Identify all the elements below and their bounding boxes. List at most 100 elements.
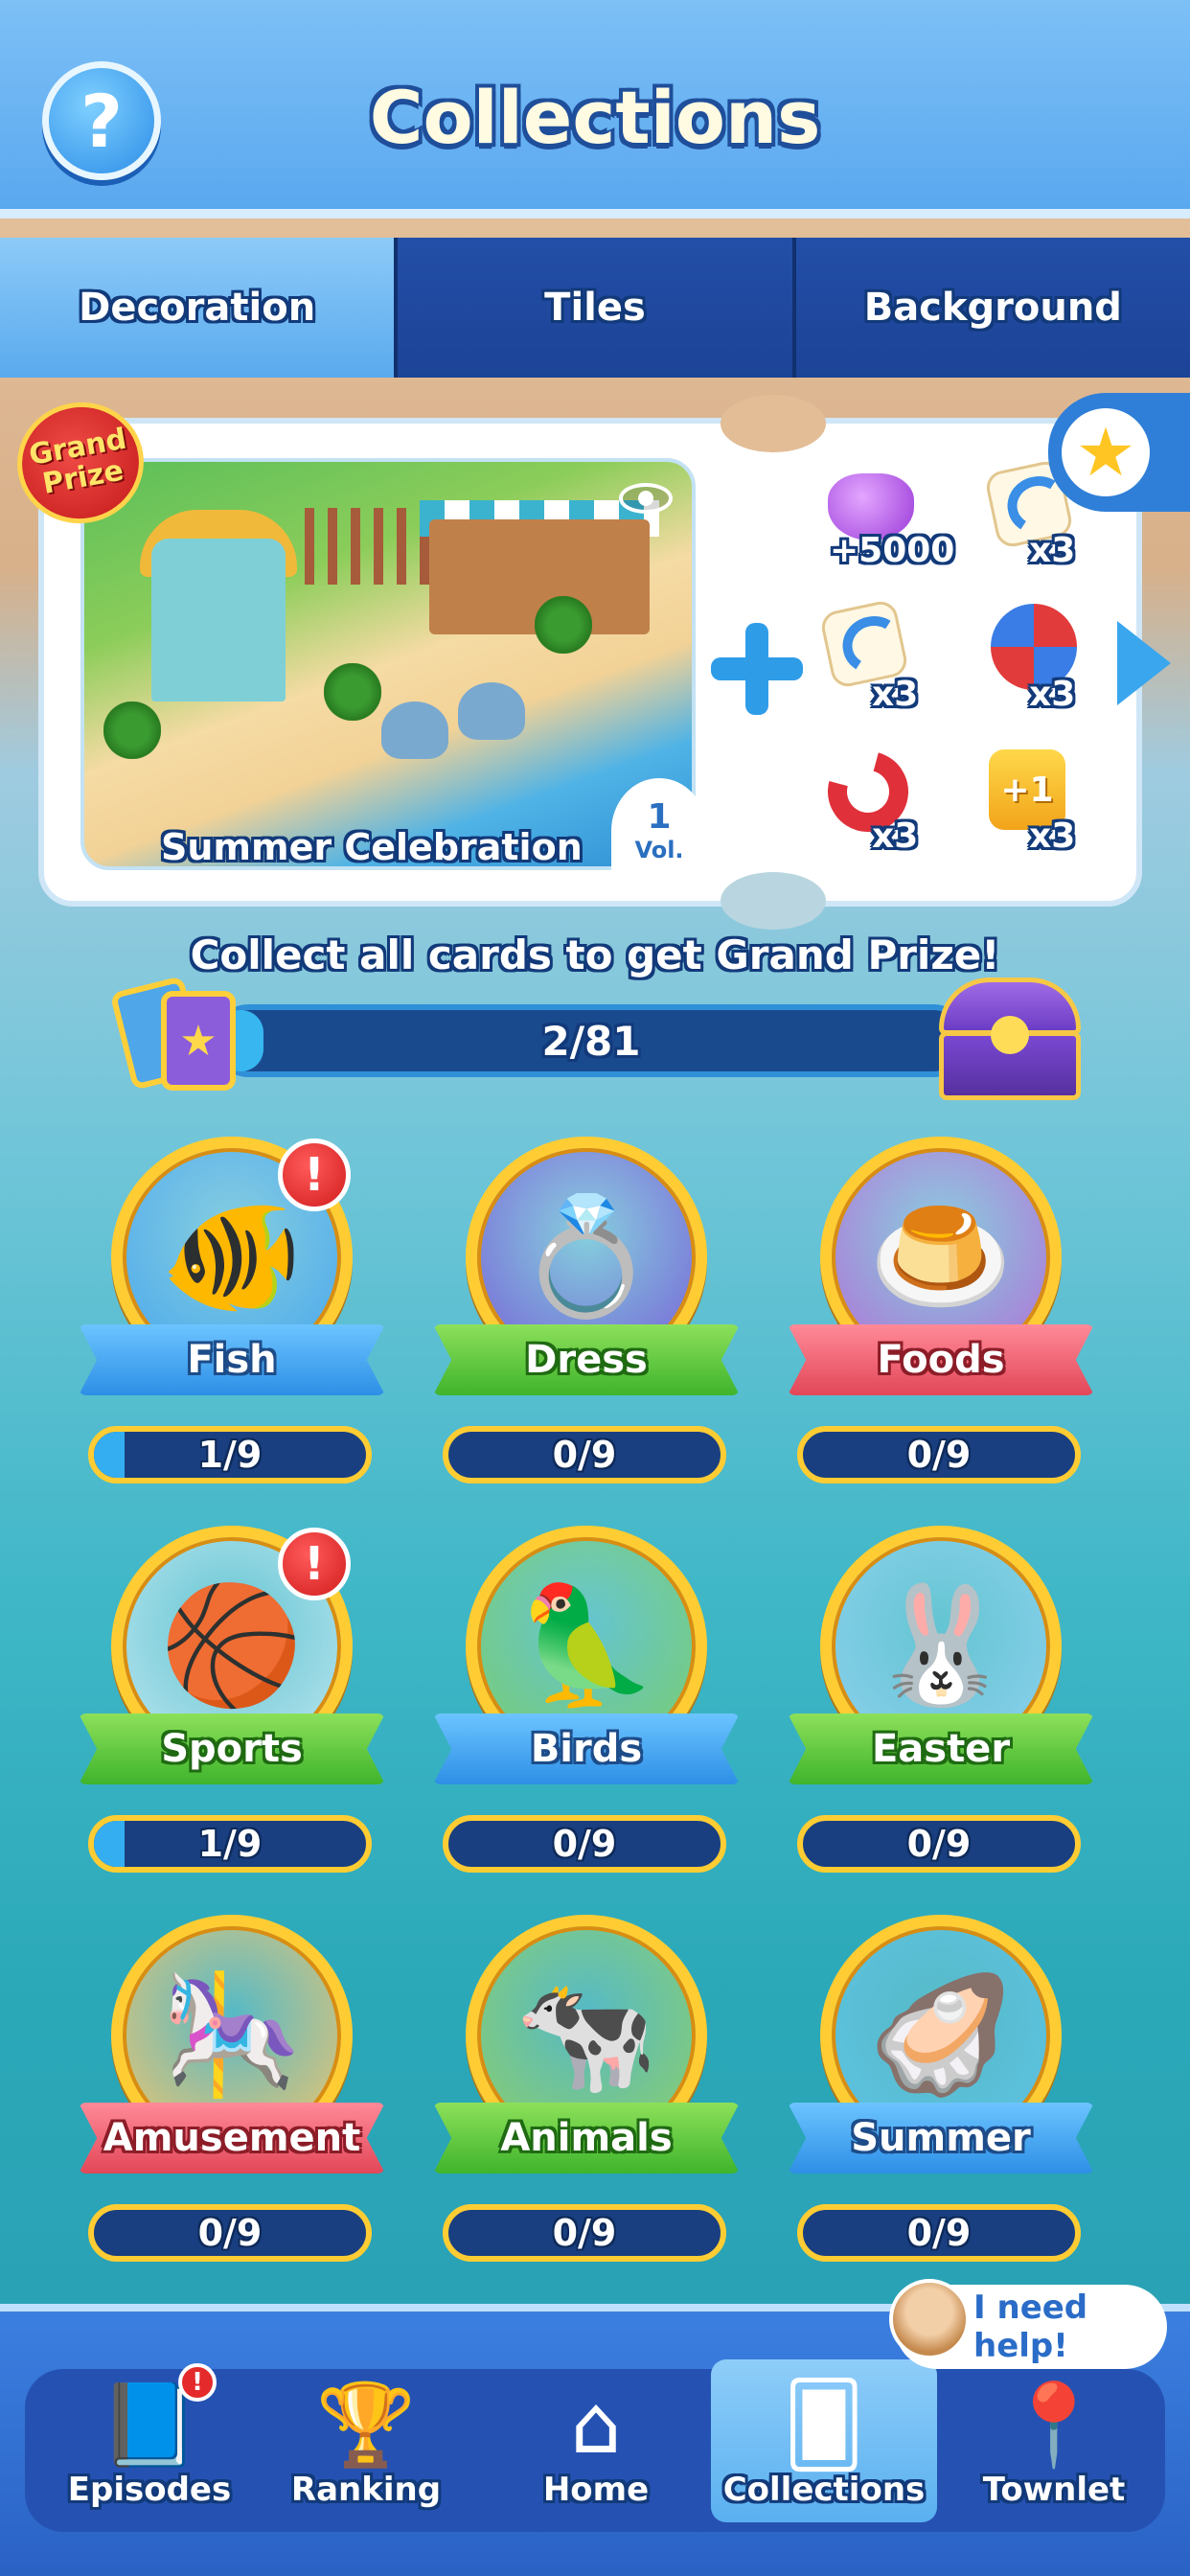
reward-pinwheel: x3 bbox=[981, 602, 1087, 714]
collection-progress-text: 0/9 bbox=[906, 2212, 972, 2254]
animals-icon: 🐄 bbox=[515, 1968, 658, 2102]
collection-progress-text: 1/9 bbox=[197, 1823, 263, 1865]
collection-ribbon: Amusement bbox=[79, 2103, 385, 2174]
total-progress-bar: 2/81 bbox=[213, 1004, 970, 1077]
collection-progress-text: 1/9 bbox=[197, 1434, 263, 1476]
collection-ribbon: Sports bbox=[79, 1714, 385, 1784]
progress-fill bbox=[94, 1432, 125, 1478]
notification-badge: ! bbox=[178, 2363, 217, 2402]
cards-icon: ★ bbox=[109, 976, 245, 1094]
collect-message: Collect all cards to get Grand Prize! bbox=[190, 932, 1000, 978]
collection-progress-text: 0/9 bbox=[552, 1823, 617, 1865]
collection-ribbon: Summer bbox=[788, 2103, 1094, 2174]
header: ? Collections bbox=[0, 0, 1190, 218]
nav-label: Episodes bbox=[67, 2471, 232, 2509]
tab-background[interactable]: Background bbox=[795, 238, 1190, 378]
collection-animals[interactable]: 🐄 Animals 0/9 bbox=[433, 1915, 740, 2279]
nav-collections[interactable]: 🂠 Collections bbox=[711, 2359, 937, 2522]
collection-fish[interactable]: 🐠 Fish 1/9! bbox=[79, 1137, 385, 1501]
nav-townlet[interactable]: 📍 Townlet bbox=[949, 2359, 1159, 2522]
collection-progress-bar: 0/9 bbox=[443, 1426, 726, 1484]
collection-progress-bar: 1/9 bbox=[88, 1815, 372, 1873]
reward-magnet: x3 bbox=[812, 736, 924, 856]
reward-undo: x3 bbox=[816, 598, 922, 714]
elephant-icon bbox=[458, 682, 525, 740]
collection-ribbon: Birds bbox=[433, 1714, 740, 1784]
alert-icon: ! bbox=[278, 1138, 351, 1211]
home-icon: ⌂ bbox=[570, 2378, 622, 2472]
next-arrow-icon[interactable] bbox=[1117, 621, 1171, 705]
trophy-icon: 🏆 bbox=[315, 2378, 417, 2472]
collection-ribbon: Dress bbox=[433, 1324, 740, 1395]
collection-ribbon: Foods bbox=[788, 1324, 1094, 1395]
collection-label: Dress bbox=[525, 1338, 648, 1382]
collection-progress-text: 0/9 bbox=[552, 2212, 617, 2254]
nav-home[interactable]: ⌂ Home bbox=[491, 2359, 701, 2522]
star-button[interactable]: ★ bbox=[1048, 393, 1190, 512]
tab-decoration[interactable]: Decoration bbox=[0, 238, 399, 378]
star-icon: ★ bbox=[1062, 408, 1150, 496]
fence-illustration bbox=[305, 508, 439, 585]
cards-icon: 🂠 bbox=[783, 2378, 865, 2472]
collection-progress-text: 0/9 bbox=[552, 1434, 617, 1476]
foods-icon: 🍮 bbox=[869, 1190, 1013, 1323]
collection-foods[interactable]: 🍮 Foods 0/9 bbox=[788, 1137, 1094, 1501]
collection-label: Summer bbox=[851, 2116, 1031, 2160]
summer-icon: 🦪 bbox=[869, 1968, 1013, 2102]
tab-tiles[interactable]: Tiles bbox=[398, 238, 796, 378]
palm-icon bbox=[535, 596, 592, 654]
treasure-chest-icon[interactable] bbox=[939, 978, 1081, 1100]
collection-progress-bar: 0/9 bbox=[797, 2204, 1081, 2262]
collection-amusement[interactable]: 🎠 Amusement 0/9 bbox=[79, 1915, 385, 2279]
collection-birds[interactable]: 🦜 Birds 0/9 bbox=[433, 1526, 740, 1890]
collection-progress-bar: 0/9 bbox=[797, 1426, 1081, 1484]
sports-icon: 🏀 bbox=[160, 1579, 304, 1713]
collection-label: Animals bbox=[500, 2116, 673, 2160]
nav-episodes[interactable]: 📘 Episodes! bbox=[44, 2359, 255, 2522]
page-title: Collections bbox=[369, 75, 821, 160]
palm-icon bbox=[324, 663, 381, 721]
progress-fill bbox=[94, 1821, 125, 1867]
collection-ribbon: Easter bbox=[788, 1714, 1094, 1784]
avatar bbox=[889, 2279, 970, 2359]
collection-progress-text: 0/9 bbox=[197, 2212, 263, 2254]
nav-ranking[interactable]: 🏆 Ranking bbox=[261, 2359, 471, 2522]
scene-name: Summer Celebration bbox=[161, 826, 583, 868]
easter-icon: 🐰 bbox=[869, 1579, 1013, 1713]
collection-dress[interactable]: 💍 Dress 0/9 bbox=[433, 1137, 740, 1501]
elephant-icon bbox=[381, 702, 448, 759]
scene-preview[interactable]: Summer Celebration bbox=[80, 458, 696, 870]
collection-label: Fish bbox=[187, 1338, 277, 1382]
collection-sports[interactable]: 🏀 Sports 1/9! bbox=[79, 1526, 385, 1890]
chest-lock bbox=[991, 1016, 1029, 1054]
ticket-notch bbox=[721, 395, 826, 452]
dress-icon: 💍 bbox=[515, 1190, 658, 1323]
reward-gems: +5000 bbox=[811, 468, 964, 570]
collection-label: Easter bbox=[871, 1727, 1011, 1771]
nav-label: Collections bbox=[722, 2471, 926, 2509]
collection-label: Amusement bbox=[103, 2116, 361, 2160]
collection-progress-bar: 0/9 bbox=[88, 2204, 372, 2262]
volume-badge: 1 Vol. bbox=[611, 778, 707, 884]
collection-label: Sports bbox=[161, 1727, 303, 1771]
tab-bar: Decoration Tiles Background bbox=[0, 238, 1190, 378]
collection-easter[interactable]: 🐰 Easter 0/9 bbox=[788, 1526, 1094, 1890]
collection-label: Foods bbox=[877, 1338, 1005, 1382]
collection-ribbon: Animals bbox=[433, 2103, 740, 2174]
eye-icon[interactable] bbox=[619, 483, 673, 514]
birds-icon: 🦜 bbox=[515, 1579, 658, 1713]
palm-icon bbox=[103, 702, 161, 759]
card-front: ★ bbox=[161, 991, 236, 1091]
collection-progress-bar: 0/9 bbox=[797, 1815, 1081, 1873]
reward-plus-one: +1 x3 bbox=[973, 744, 1079, 856]
house-illustration bbox=[151, 539, 286, 702]
collection-summer[interactable]: 🦪 Summer 0/9 bbox=[788, 1915, 1094, 2279]
collection-progress-text: 0/9 bbox=[906, 1823, 972, 1865]
amusement-icon: 🎠 bbox=[160, 1968, 304, 2102]
ticket-notch bbox=[721, 872, 826, 930]
nav-label: Townlet bbox=[982, 2471, 1126, 2509]
collection-progress-bar: 0/9 bbox=[443, 2204, 726, 2262]
plus-icon bbox=[711, 623, 803, 715]
collection-label: Birds bbox=[530, 1727, 643, 1771]
collection-progress-bar: 0/9 bbox=[443, 1815, 726, 1873]
